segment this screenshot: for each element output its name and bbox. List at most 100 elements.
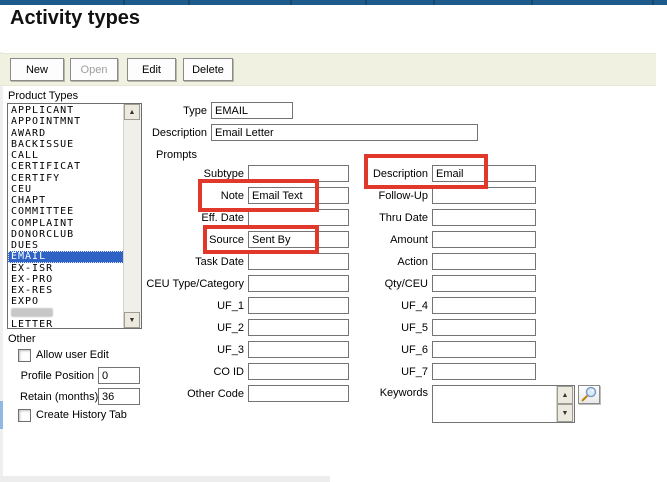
uf7-row: UF_7 <box>328 363 536 380</box>
uf1-label: UF_1 <box>124 300 244 312</box>
list-item[interactable]: CALL <box>8 150 124 161</box>
task-date-label: Task Date <box>124 256 244 268</box>
qty-ceu-row: Qty/CEU <box>328 275 536 292</box>
list-item[interactable]: LETTER <box>8 319 124 328</box>
list-item[interactable]: CERTIFICAT <box>8 161 124 172</box>
qty-ceu-input[interactable] <box>432 275 536 292</box>
profile-position-input[interactable] <box>98 367 140 384</box>
uf6-row: UF_6 <box>328 341 536 358</box>
note-label: Note <box>124 190 244 202</box>
keywords-label: Keywords <box>328 387 428 399</box>
uf3-row: UF_3 <box>124 341 349 358</box>
open-button[interactable]: Open <box>70 58 118 81</box>
list-item[interactable]: DONORCLUB <box>8 229 124 240</box>
edit-button[interactable]: Edit <box>127 58 176 81</box>
thru-date-input[interactable] <box>432 209 536 226</box>
thru-date-label: Thru Date <box>328 212 428 224</box>
subtype-label: Subtype <box>124 168 244 180</box>
magnifier-icon <box>579 386 599 403</box>
redacted-item-blur <box>11 308 53 317</box>
description-label: Description <box>107 127 207 139</box>
topbar-divider <box>652 0 654 5</box>
uf6-input[interactable] <box>432 341 536 358</box>
prompt-description-row: Description <box>328 165 536 182</box>
action-label: Action <box>328 256 428 268</box>
retain-months-row: Retain (months) <box>20 388 140 405</box>
keywords-field: ▲ ▼ <box>432 385 575 423</box>
retain-months-input[interactable] <box>98 388 140 405</box>
subtype-row: Subtype <box>124 165 349 182</box>
list-item[interactable]: DUES <box>8 240 124 251</box>
other-code-label: Other Code <box>124 388 244 400</box>
profile-position-label: Profile Position <box>20 370 94 382</box>
co-id-row: CO ID <box>124 363 349 380</box>
action-row: Action <box>328 253 536 270</box>
uf3-label: UF_3 <box>124 344 244 356</box>
follow-up-input[interactable] <box>432 187 536 204</box>
amount-input[interactable] <box>432 231 536 248</box>
uf1-row: UF_1 <box>124 297 349 314</box>
eff-date-label: Eff. Date <box>124 212 244 224</box>
keywords-textarea[interactable] <box>433 386 557 422</box>
list-item[interactable]: COMPLAINT <box>8 218 124 229</box>
top-blue-bar <box>0 0 667 5</box>
list-item[interactable]: EXPO <box>8 296 124 307</box>
action-input[interactable] <box>432 253 536 270</box>
source-label: Source <box>124 234 244 246</box>
uf7-input[interactable] <box>432 363 536 380</box>
uf2-label: UF_2 <box>124 322 244 334</box>
keywords-scrollbar[interactable]: ▲ ▼ <box>556 386 574 422</box>
topbar-divider <box>123 0 125 5</box>
uf5-input[interactable] <box>432 319 536 336</box>
profile-position-row: Profile Position <box>20 367 140 384</box>
bottom-edge-strip <box>0 476 330 482</box>
list-item[interactable]: EX-RES <box>8 285 124 296</box>
allow-user-edit-label: Allow user Edit <box>36 349 109 361</box>
keywords-lookup-button[interactable] <box>578 385 600 404</box>
retain-months-label: Retain (months) <box>20 391 94 403</box>
list-item[interactable]: EX-ISR <box>8 263 124 274</box>
scroll-down-icon[interactable]: ▼ <box>557 404 573 422</box>
allow-user-edit-checkbox[interactable] <box>18 349 31 362</box>
allow-user-edit-row: Allow user Edit <box>18 348 109 362</box>
other-code-row: Other Code <box>124 385 349 402</box>
list-item[interactable]: CHAPT <box>8 195 124 206</box>
keywords-row: Keywords ▲ ▼ <box>328 385 575 423</box>
list-item-selected[interactable]: EMAIL <box>8 251 124 262</box>
topbar-divider <box>188 0 190 5</box>
uf7-label: UF_7 <box>328 366 428 378</box>
scroll-up-icon[interactable]: ▲ <box>557 386 573 404</box>
description-input[interactable] <box>211 124 478 141</box>
type-input[interactable] <box>211 102 293 119</box>
list-item[interactable]: CEU <box>8 184 124 195</box>
list-item[interactable]: CERTIFY <box>8 173 124 184</box>
uf5-row: UF_5 <box>328 319 536 336</box>
list-item[interactable]: COMMITTEE <box>8 206 124 217</box>
create-history-tab-row: Create History Tab <box>18 408 127 422</box>
uf4-input[interactable] <box>432 297 536 314</box>
qty-ceu-label: Qty/CEU <box>328 278 428 290</box>
new-button[interactable]: New <box>10 58 64 81</box>
uf6-label: UF_6 <box>328 344 428 356</box>
thru-date-row: Thru Date <box>328 209 536 226</box>
ceu-type-category-row: CEU Type/Category <box>124 275 349 292</box>
source-row: Source <box>124 231 349 248</box>
type-label: Type <box>107 105 207 117</box>
note-row: Note <box>124 187 349 204</box>
ceu-type-category-label: CEU Type/Category <box>124 278 244 290</box>
type-row: Type <box>107 102 293 119</box>
amount-row: Amount <box>328 231 536 248</box>
co-id-label: CO ID <box>124 366 244 378</box>
description-row: Description <box>107 124 478 141</box>
product-types-label: Product Types <box>8 90 78 102</box>
topbar-divider <box>290 0 292 5</box>
prompt-description-label: Description <box>328 168 428 180</box>
create-history-tab-checkbox[interactable] <box>18 409 31 422</box>
uf5-label: UF_5 <box>328 322 428 334</box>
delete-button[interactable]: Delete <box>183 58 233 81</box>
uf2-row: UF_2 <box>124 319 349 336</box>
task-date-row: Task Date <box>124 253 349 270</box>
prompt-description-input[interactable] <box>432 165 536 182</box>
list-item-redacted[interactable] <box>8 308 124 319</box>
list-item[interactable]: EX-PRO <box>8 274 124 285</box>
